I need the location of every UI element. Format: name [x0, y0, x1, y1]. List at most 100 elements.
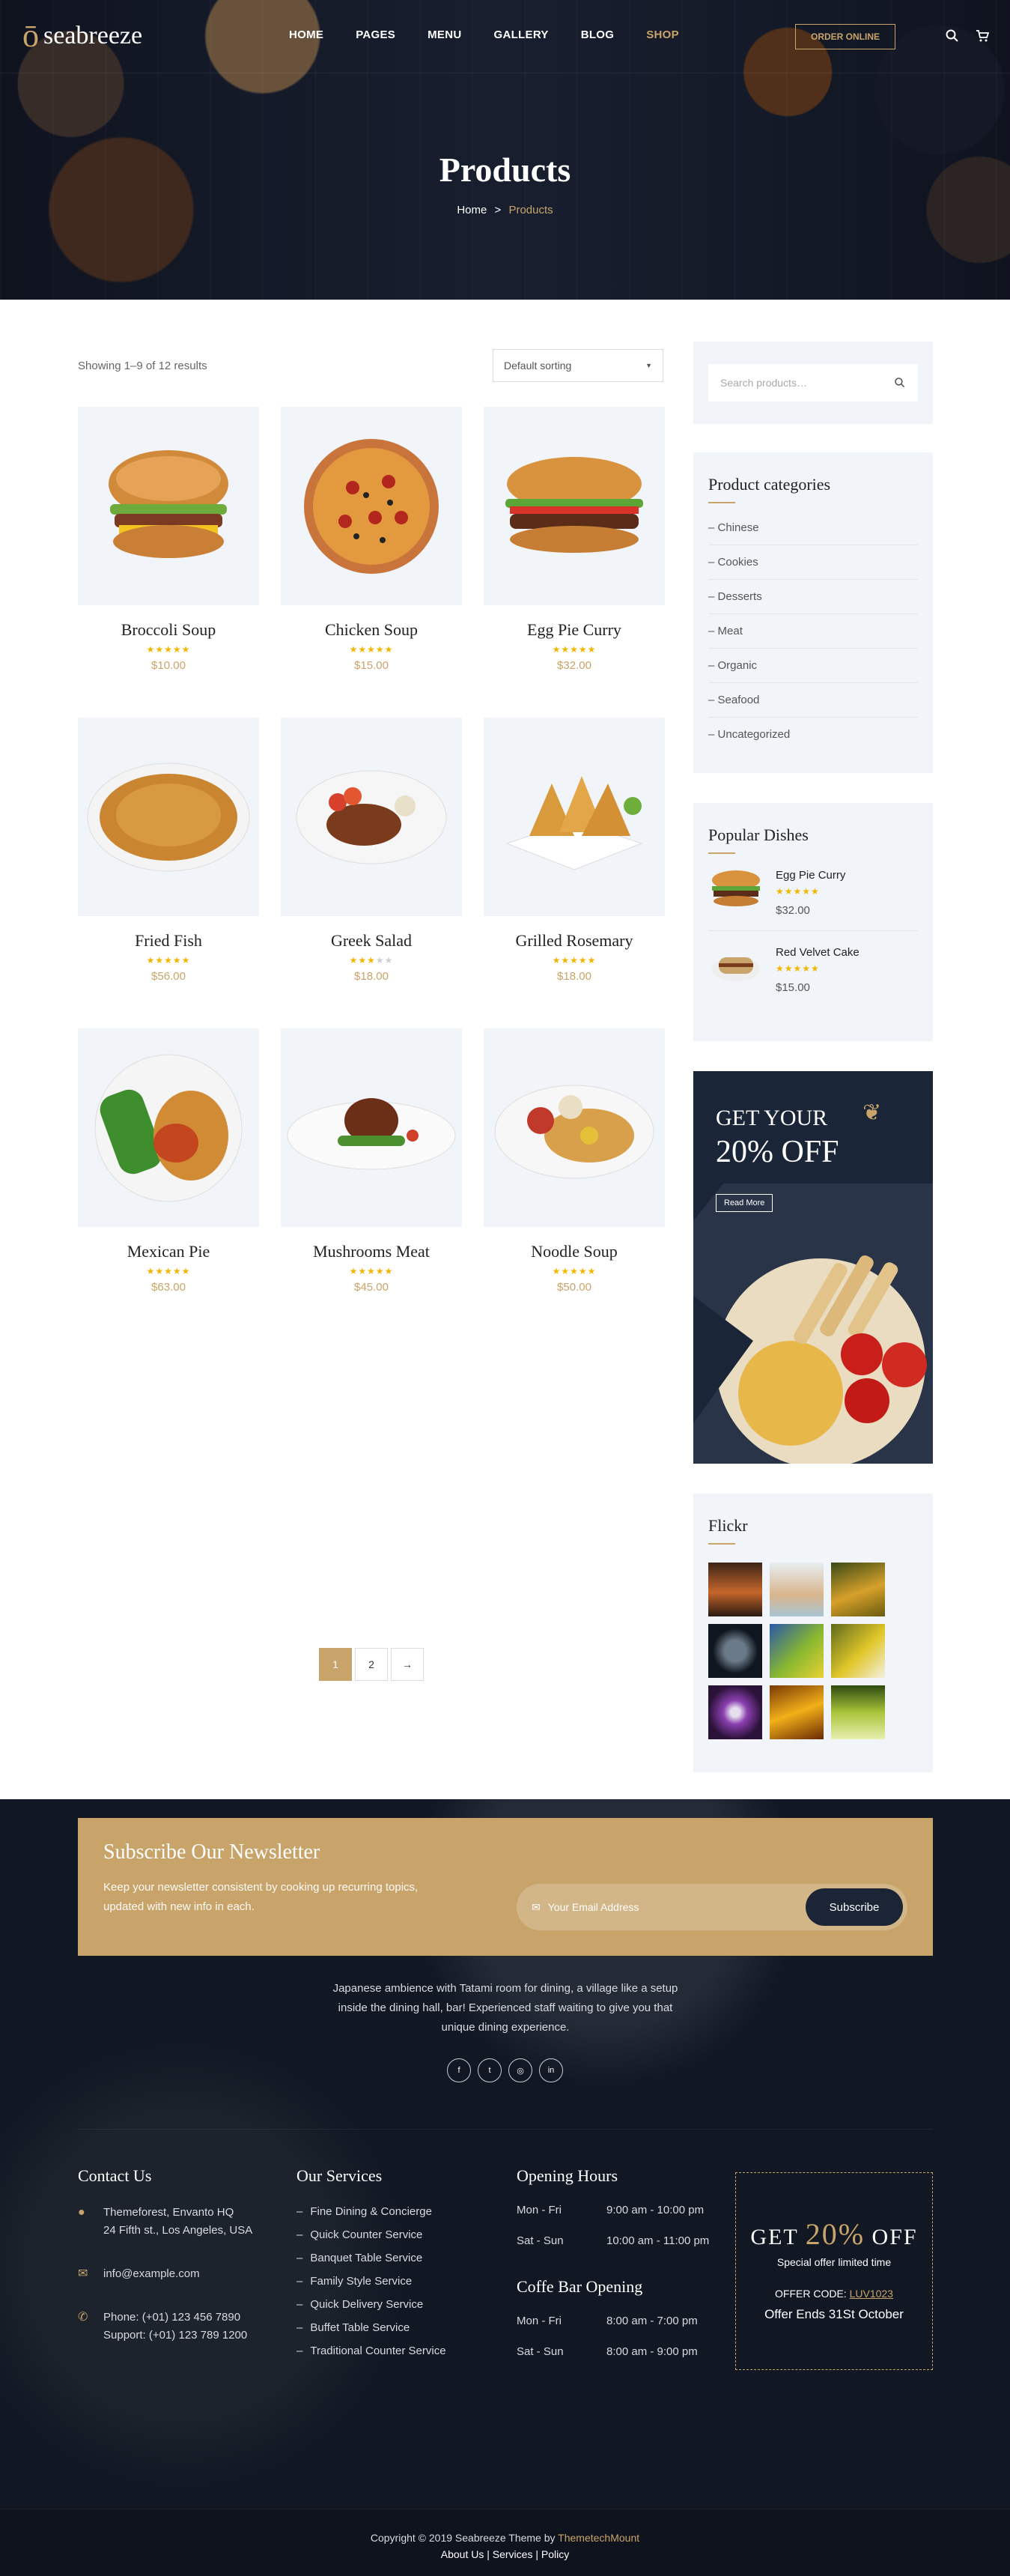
services-link[interactable]: Services	[493, 2548, 533, 2560]
product-card[interactable]: Grilled Rosemary ★★★★★ $18.00	[484, 718, 665, 983]
flickr-photo[interactable]	[831, 1685, 885, 1739]
page-1-button[interactable]: 1	[319, 1648, 352, 1681]
contact-email[interactable]: ✉ info@example.com	[78, 2265, 280, 2283]
category-uncategorized[interactable]: – Uncategorized	[708, 718, 918, 751]
flickr-photo[interactable]	[831, 1563, 885, 1616]
page-2-button[interactable]: 2	[355, 1648, 388, 1681]
flickr-photo[interactable]	[770, 1624, 824, 1678]
popular-item[interactable]: Red Velvet Cake ★★★★★ $15.00	[708, 931, 918, 1007]
nav-item-gallery[interactable]: GALLERY	[493, 28, 548, 41]
flickr-photo[interactable]	[708, 1685, 762, 1739]
bottom-links: About Us | Services | Policy	[440, 2548, 570, 2560]
product-card[interactable]: Broccoli Soup ★★★★★ $10.00	[78, 407, 259, 672]
product-image-pizza[interactable]	[281, 407, 462, 605]
popular-thumb[interactable]	[708, 867, 764, 909]
nav-item-home[interactable]: HOME	[289, 28, 323, 41]
service-link[interactable]: – Buffet Table Service	[296, 2321, 491, 2334]
breadcrumb-home[interactable]: Home	[457, 204, 487, 216]
nav-item-shop[interactable]: SHOP	[646, 28, 679, 41]
results-count: Showing 1–9 of 12 results	[78, 360, 207, 372]
policy-link[interactable]: Policy	[541, 2548, 569, 2560]
flickr-photo[interactable]	[770, 1685, 824, 1739]
nav-item-menu[interactable]: MENU	[428, 28, 461, 41]
nav-item-blog[interactable]: BLOG	[581, 28, 615, 41]
popular-title: Popular Dishes	[708, 825, 809, 844]
category-chinese[interactable]: – Chinese	[708, 511, 918, 545]
flickr-photo[interactable]	[708, 1563, 762, 1616]
cart-icon[interactable]	[975, 28, 990, 43]
service-link[interactable]: – Fine Dining & Concierge	[296, 2205, 491, 2218]
product-card[interactable]: Egg Pie Curry ★★★★★ $32.00	[484, 407, 665, 672]
subscribe-button[interactable]: Subscribe	[806, 1888, 903, 1926]
popular-thumb[interactable]	[708, 945, 764, 987]
product-card[interactable]: Chicken Soup ★★★★★ $15.00	[281, 407, 462, 672]
rating-stars: ★★★★★	[776, 886, 820, 897]
product-image-steak[interactable]	[281, 718, 462, 916]
category-meat[interactable]: – Meat	[708, 614, 918, 649]
product-name[interactable]: Fried Fish	[78, 931, 259, 951]
product-price: $18.00	[557, 970, 591, 983]
product-name[interactable]: Broccoli Soup	[78, 620, 259, 640]
services-column: Our Services – Fine Dining & Concierge –…	[296, 2166, 491, 2357]
promo-banner[interactable]: GET YOUR 20% OFF ❦ Read More	[693, 1071, 933, 1464]
theme-author-link[interactable]: ThemetechMount	[558, 2532, 639, 2544]
order-online-button[interactable]: ORDER ONLINE	[795, 24, 895, 49]
linkedin-icon[interactable]: in	[539, 2058, 563, 2082]
flickr-photo[interactable]	[708, 1624, 762, 1678]
popular-item[interactable]: Egg Pie Curry ★★★★★ $32.00	[708, 854, 918, 931]
hero-banner: ō seabreeze HOME PAGES MENU GALLERY BLOG…	[0, 0, 1010, 300]
service-link[interactable]: – Banquet Table Service	[296, 2252, 491, 2264]
product-card[interactable]: Fried Fish ★★★★★ $56.00	[78, 718, 259, 983]
product-image-samosa[interactable]	[484, 718, 665, 916]
product-image-mexican[interactable]	[78, 1028, 259, 1227]
nav-item-pages[interactable]: PAGES	[356, 28, 395, 41]
service-link[interactable]: – Quick Counter Service	[296, 2228, 491, 2241]
bar-hours-row: Sat - Sun 8:00 am - 9:00 pm	[517, 2345, 698, 2358]
category-seafood[interactable]: – Seafood	[708, 683, 918, 718]
product-name[interactable]: Noodle Soup	[484, 1242, 665, 1261]
product-image-noodle[interactable]	[484, 1028, 665, 1227]
product-name[interactable]: Mushrooms Meat	[281, 1242, 462, 1261]
newsletter-email-input[interactable]: ✉ Your Email Address	[532, 1901, 639, 1914]
service-link[interactable]: – Quick Delivery Service	[296, 2298, 491, 2311]
product-image-rice[interactable]	[78, 718, 259, 916]
product-card[interactable]: Greek Salad ★★★★★ $18.00	[281, 718, 462, 983]
service-link[interactable]: – Family Style Service	[296, 2275, 491, 2288]
popular-name[interactable]: Red Velvet Cake	[776, 946, 860, 959]
flickr-photo[interactable]	[831, 1624, 885, 1678]
search-icon[interactable]	[894, 377, 906, 389]
product-card[interactable]: Mushrooms Meat ★★★★★ $45.00	[281, 1028, 462, 1294]
hours-row: Sat - Sun 10:00 am - 11:00 pm	[517, 2234, 710, 2247]
product-card[interactable]: Noodle Soup ★★★★★ $50.00	[484, 1028, 665, 1294]
flickr-title: Flickr	[708, 1516, 748, 1535]
site-logo[interactable]: ō seabreeze	[22, 19, 142, 52]
product-name[interactable]: Mexican Pie	[78, 1242, 259, 1261]
mexican-plate-image	[94, 1054, 243, 1201]
product-name[interactable]: Greek Salad	[281, 931, 462, 951]
category-organic[interactable]: – Organic	[708, 649, 918, 683]
read-more-button[interactable]: Read More	[716, 1194, 773, 1212]
instagram-icon[interactable]: ◎	[508, 2058, 532, 2082]
product-search-input[interactable]: Search products…	[708, 364, 918, 401]
page-title: Products	[439, 151, 571, 189]
facebook-icon[interactable]: f	[447, 2058, 471, 2082]
service-link[interactable]: – Traditional Counter Service	[296, 2345, 491, 2357]
product-image-meat[interactable]	[281, 1028, 462, 1227]
category-cookies[interactable]: – Cookies	[708, 545, 918, 580]
twitter-icon[interactable]: t	[478, 2058, 502, 2082]
product-price: $18.00	[354, 970, 389, 983]
category-desserts[interactable]: – Desserts	[708, 580, 918, 614]
popular-name[interactable]: Egg Pie Curry	[776, 869, 845, 882]
sort-select[interactable]: Default sorting ▼	[493, 349, 663, 382]
product-name[interactable]: Grilled Rosemary	[484, 931, 665, 951]
about-us-link[interactable]: About Us	[441, 2548, 484, 2560]
search-icon[interactable]	[945, 28, 960, 43]
product-card[interactable]: Mexican Pie ★★★★★ $63.00	[78, 1028, 259, 1294]
product-image-burger-2[interactable]	[484, 407, 665, 605]
flickr-photo[interactable]	[770, 1563, 824, 1616]
next-page-button[interactable]: →	[391, 1648, 424, 1681]
product-name[interactable]: Chicken Soup	[281, 620, 462, 640]
product-image-burger[interactable]	[78, 407, 259, 605]
product-name[interactable]: Egg Pie Curry	[484, 620, 665, 640]
burger-image	[505, 456, 643, 553]
